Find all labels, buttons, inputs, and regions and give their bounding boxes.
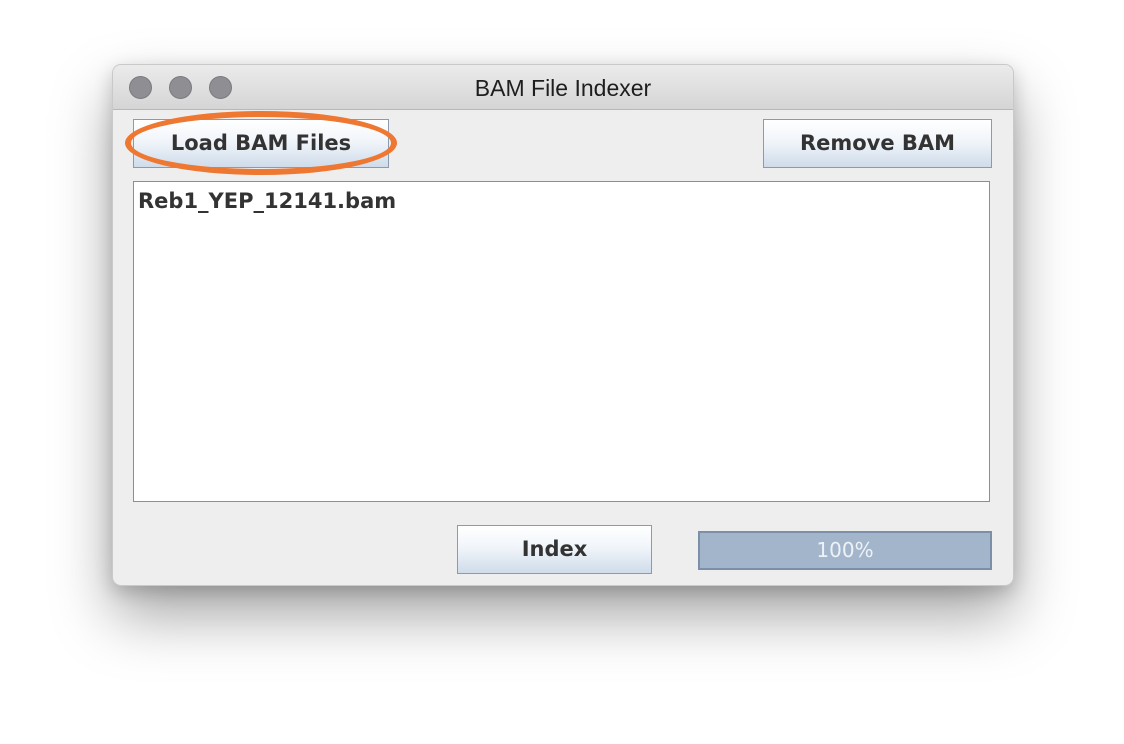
screen: BAM File Indexer Load BAM Files Remove B… — [0, 0, 1124, 744]
window-title: BAM File Indexer — [474, 75, 652, 101]
index-button[interactable]: Index — [457, 525, 652, 574]
remove-bam-button[interactable]: Remove BAM — [763, 119, 992, 168]
progress-bar: 100% — [698, 531, 992, 570]
title-bar[interactable]: BAM File Indexer — [113, 65, 1013, 110]
app-window: BAM File Indexer Load BAM Files Remove B… — [112, 64, 1014, 586]
load-bam-files-button[interactable]: Load BAM Files — [133, 119, 389, 168]
list-item[interactable]: Reb1_YEP_12141.bam — [138, 189, 396, 213]
bam-file-list[interactable]: Reb1_YEP_12141.bam — [133, 181, 990, 502]
progress-label: 100% — [816, 538, 874, 562]
